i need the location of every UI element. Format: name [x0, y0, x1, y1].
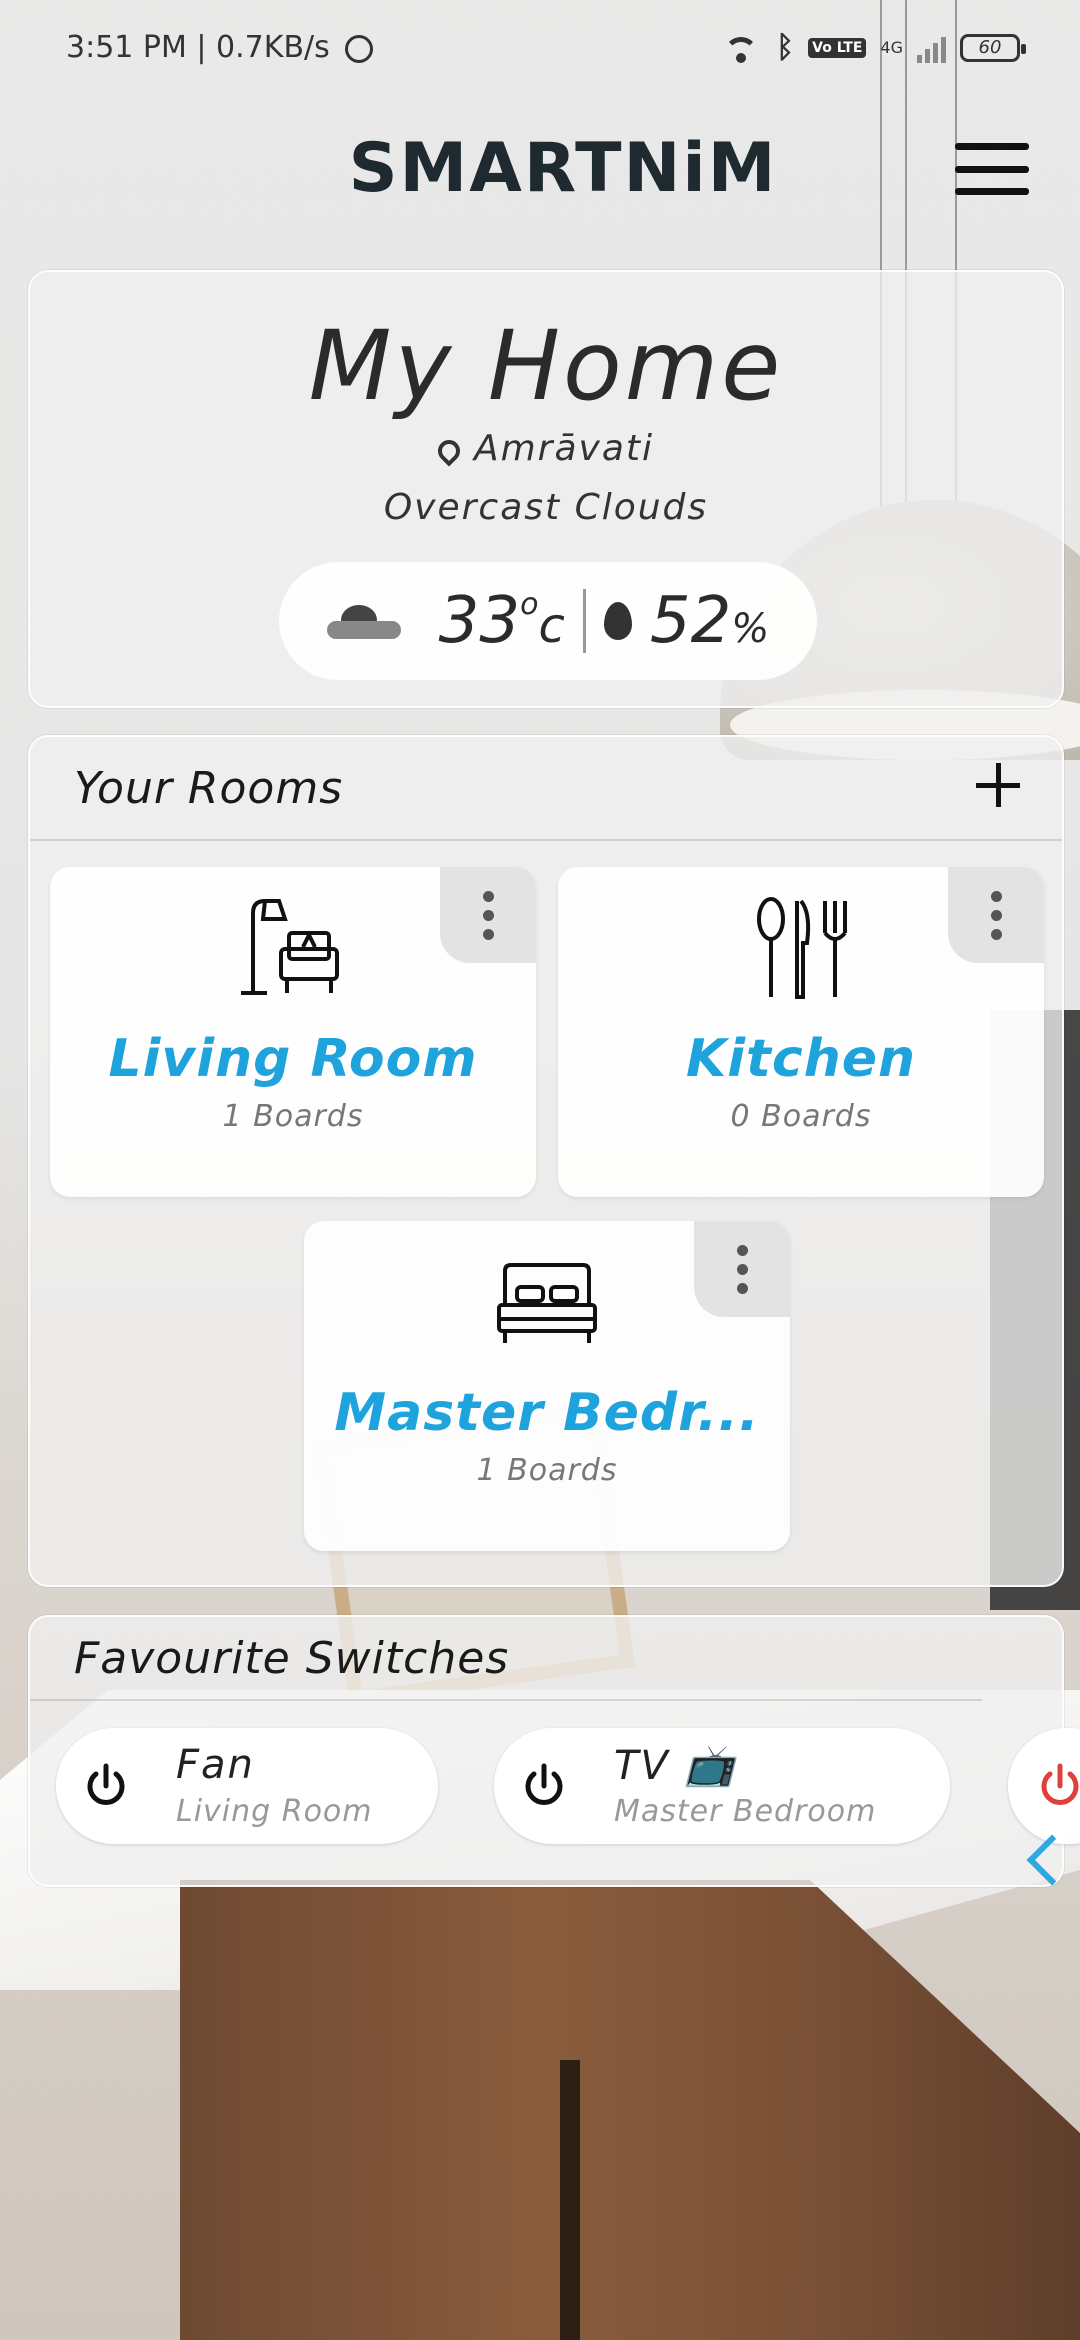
switch-name: Fan: [176, 1742, 255, 1788]
rooms-title: Your Rooms: [74, 763, 344, 814]
room-name: Living Room: [108, 1029, 478, 1089]
favourite-switch-tv[interactable]: TV 📺 Master Bedroom: [494, 1728, 950, 1844]
home-title: My Home: [308, 310, 784, 422]
divider: [582, 589, 586, 653]
power-icon[interactable]: [1036, 1762, 1080, 1810]
room-card-master-bedroom[interactable]: Master Bedr... 1 Boards: [304, 1221, 790, 1551]
divider: [30, 839, 1062, 841]
cloud-icon: [326, 601, 401, 641]
room-name: Kitchen: [685, 1029, 917, 1089]
volte-icon: Vo LTE: [808, 37, 867, 58]
add-room-icon[interactable]: [976, 763, 1020, 807]
logo-text: SMARTNiM: [348, 128, 778, 208]
battery-icon: 60: [960, 33, 1026, 62]
humidity-icon: [603, 602, 632, 640]
humidity-unit: %: [731, 606, 770, 652]
temperature-value: 33: [438, 584, 521, 658]
room-boards-count: 0 Boards: [730, 1099, 872, 1134]
power-icon[interactable]: [82, 1762, 130, 1810]
degree-symbol: o: [520, 587, 539, 622]
home-location: Amrāvati: [30, 428, 1062, 469]
location-name: Amrāvati: [473, 428, 655, 469]
temperature-unit: c: [538, 598, 565, 654]
living-room-icon: [241, 899, 339, 995]
room-card-kitchen[interactable]: Kitchen 0 Boards: [558, 867, 1044, 1197]
switch-room: Master Bedroom: [614, 1794, 877, 1829]
switch-room: Living Room: [176, 1794, 373, 1829]
location-pin-icon: [433, 435, 465, 467]
room-card-living-room[interactable]: Living Room 1 Boards: [50, 867, 536, 1197]
signal-icon: [917, 33, 946, 63]
room-boards-count: 1 Boards: [476, 1453, 618, 1488]
power-icon[interactable]: [520, 1762, 568, 1810]
favourites-title: Favourite Switches: [74, 1633, 510, 1684]
room-options-icon[interactable]: [440, 867, 536, 963]
room-options-icon[interactable]: [948, 867, 1044, 963]
network-label: 4G: [880, 38, 903, 57]
hamburger-menu-icon[interactable]: [955, 143, 1029, 195]
status-time-text: 3:51 PM | 0.7KB/s: [66, 30, 330, 65]
home-weather-card: My Home Amrāvati Overcast Clouds 33oc 52…: [28, 270, 1064, 708]
alarm-icon: [345, 35, 374, 63]
humidity-value: 52: [649, 584, 732, 658]
weather-condition: Overcast Clouds: [383, 487, 709, 528]
humidity: 52%: [650, 584, 769, 658]
kitchen-icon: [757, 897, 847, 999]
switch-name: TV 📺: [614, 1743, 737, 1789]
divider: [30, 1699, 982, 1701]
temperature: 33oc: [439, 584, 565, 658]
battery-level: 60: [978, 37, 1002, 58]
status-bar: 3:51 PM | 0.7KB/s ᛒ Vo LTE 4G 60: [0, 0, 1080, 100]
wifi-icon: [722, 33, 762, 63]
app-logo: SMARTNiM: [348, 128, 778, 208]
bedroom-icon: [497, 1263, 597, 1343]
weather-pill: 33oc 52%: [279, 562, 817, 680]
favourite-switch-fan[interactable]: Fan Living Room: [56, 1728, 438, 1844]
rooms-card: Your Rooms Living Room 1 Boards Kitchen …: [28, 735, 1064, 1587]
bluetooth-icon: ᛒ: [776, 30, 795, 65]
room-boards-count: 1 Boards: [222, 1099, 364, 1134]
room-options-icon[interactable]: [694, 1221, 790, 1317]
status-time: 3:51 PM | 0.7KB/s: [66, 30, 374, 65]
room-name: Master Bedr...: [334, 1383, 760, 1443]
